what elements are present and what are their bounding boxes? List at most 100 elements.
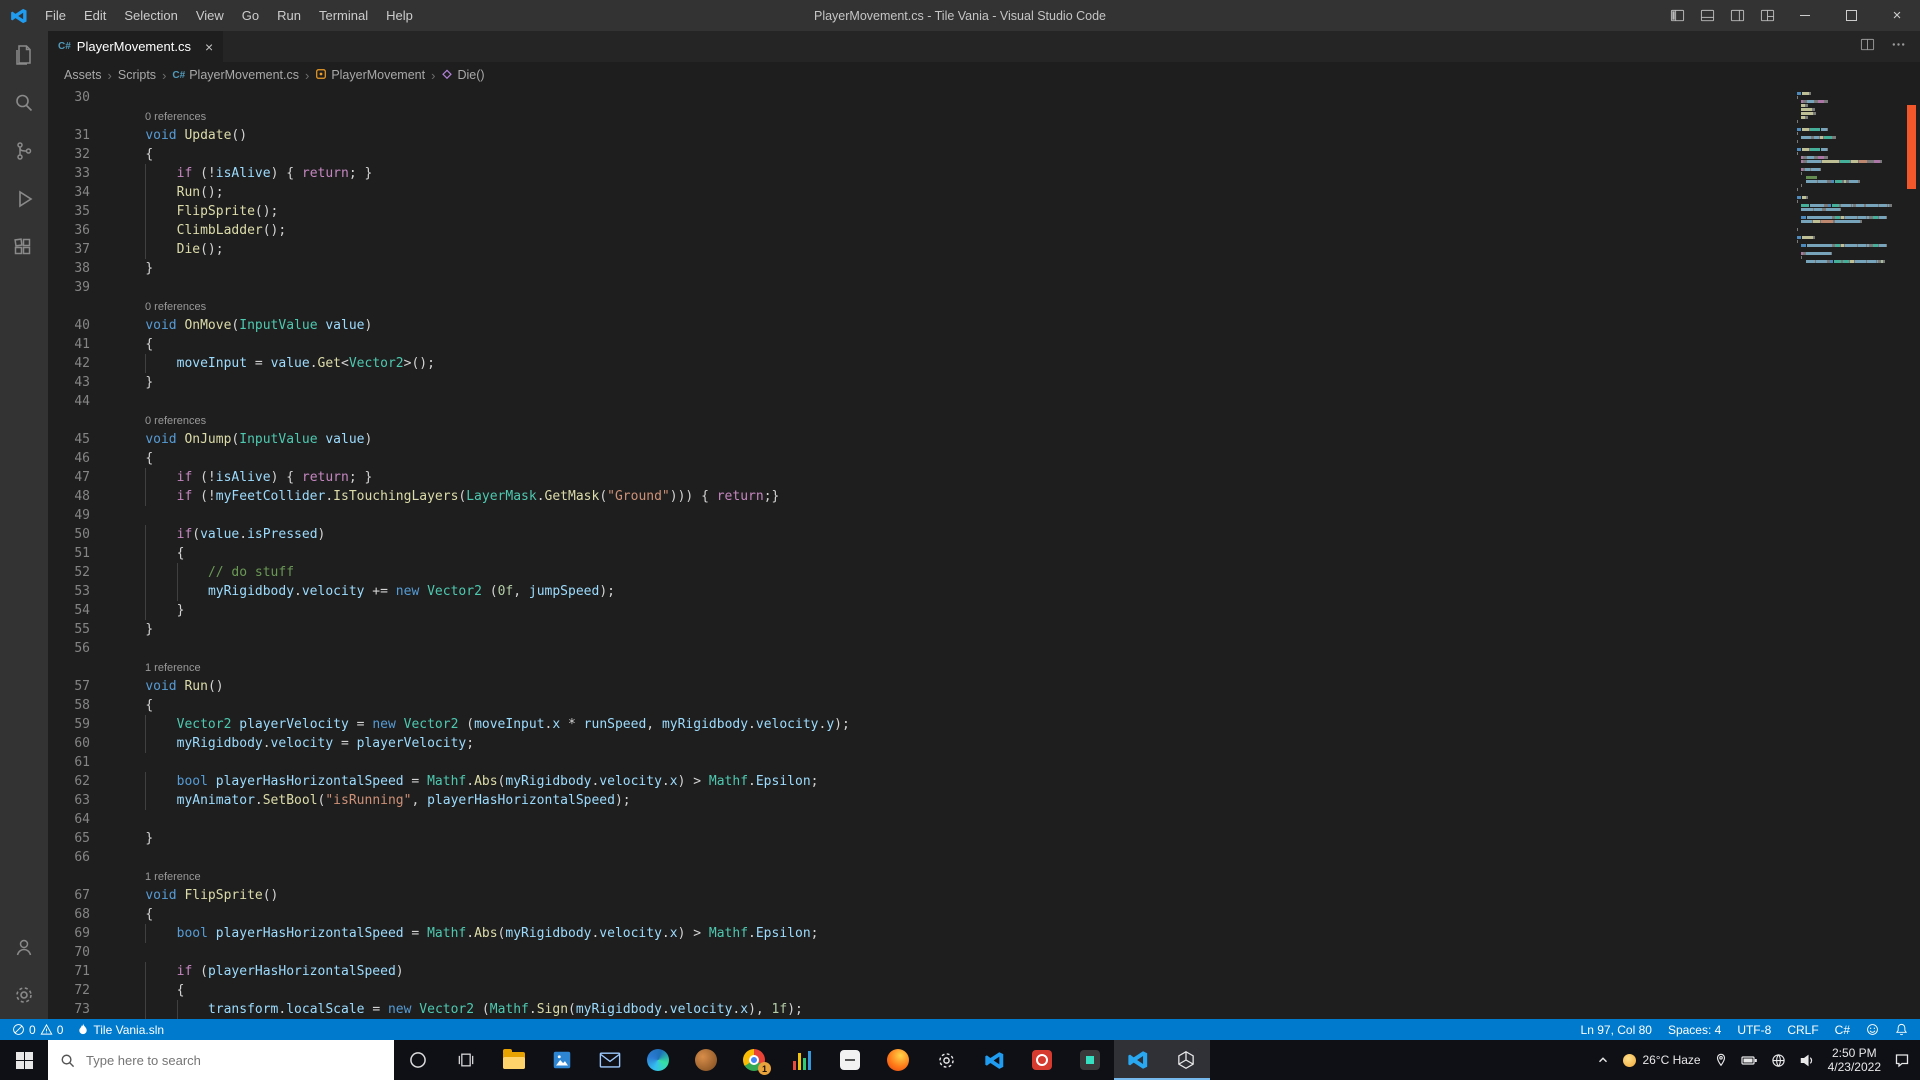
search-input[interactable] xyxy=(84,1051,382,1069)
location-pin-icon[interactable] xyxy=(1714,1053,1728,1067)
code-line[interactable]: 69 bool playerHasHorizontalSpeed = Mathf… xyxy=(48,924,1790,943)
codelens-references[interactable]: 0 references xyxy=(145,415,206,427)
code-line[interactable]: 49 xyxy=(48,506,1790,525)
weather-widget[interactable]: 26°C Haze xyxy=(1623,1053,1701,1067)
toggle-secondary-sidebar-icon[interactable] xyxy=(1722,0,1752,31)
language-mode[interactable]: C# xyxy=(1835,1023,1850,1037)
menu-selection[interactable]: Selection xyxy=(115,0,186,31)
code-line[interactable]: 66 xyxy=(48,848,1790,867)
tab-playermovement[interactable]: C# PlayerMovement.cs × xyxy=(48,31,225,62)
code-line[interactable]: 45 void OnJump(InputValue value) xyxy=(48,430,1790,449)
split-editor-icon[interactable] xyxy=(1860,37,1875,57)
code-line[interactable]: 40 void OnMove(InputValue value) xyxy=(48,316,1790,335)
menu-terminal[interactable]: Terminal xyxy=(310,0,377,31)
taskbar-app-white[interactable] xyxy=(826,1040,874,1080)
toggle-sidebar-icon[interactable] xyxy=(1662,0,1692,31)
code-line[interactable]: 62 bool playerHasHorizontalSpeed = Mathf… xyxy=(48,772,1790,791)
extensions-icon[interactable] xyxy=(0,223,48,271)
code-line[interactable]: 61 xyxy=(48,753,1790,772)
breadcrumb-assets[interactable]: Assets xyxy=(64,68,102,82)
breadcrumb-class[interactable]: PlayerMovement xyxy=(315,68,425,83)
code-line[interactable]: 32 { xyxy=(48,145,1790,164)
volume-icon[interactable] xyxy=(1799,1053,1815,1068)
breadcrumb-file[interactable]: C# PlayerMovement.cs xyxy=(172,68,299,82)
code-line[interactable]: 58 { xyxy=(48,696,1790,715)
code-line[interactable]: 52 // do stuff xyxy=(48,563,1790,582)
code-line[interactable]: 41 { xyxy=(48,335,1790,354)
feedback-smiley-icon[interactable] xyxy=(1866,1023,1879,1036)
search-icon[interactable] xyxy=(0,79,48,127)
code-line[interactable]: 73 transform.localScale = new Vector2 (M… xyxy=(48,1000,1790,1019)
menu-go[interactable]: Go xyxy=(233,0,268,31)
code-line[interactable]: 64 xyxy=(48,810,1790,829)
code-line[interactable]: 56 xyxy=(48,639,1790,658)
taskbar-app-vscode-active[interactable] xyxy=(1114,1040,1162,1080)
tray-expand-chevron-icon[interactable] xyxy=(1596,1053,1610,1067)
codelens-references[interactable]: 1 reference xyxy=(145,662,201,674)
code-line[interactable]: 39 xyxy=(48,278,1790,297)
start-button[interactable] xyxy=(0,1040,48,1080)
code-line[interactable]: 46 { xyxy=(48,449,1790,468)
notifications-bell-icon[interactable] xyxy=(1895,1023,1908,1036)
codelens-row[interactable]: 0 references xyxy=(48,411,1790,430)
code-line[interactable]: 35 FlipSprite(); xyxy=(48,202,1790,221)
taskbar-search[interactable] xyxy=(48,1040,394,1080)
codelens-references[interactable]: 1 reference xyxy=(145,871,201,883)
code-line[interactable]: 65 } xyxy=(48,829,1790,848)
code-line[interactable]: 42 moveInput = value.Get<Vector2>(); xyxy=(48,354,1790,373)
code-line[interactable]: 50 if(value.isPressed) xyxy=(48,525,1790,544)
codelens-row[interactable]: 1 reference xyxy=(48,867,1790,886)
code-line[interactable]: 51 { xyxy=(48,544,1790,563)
code-line[interactable]: 72 { xyxy=(48,981,1790,1000)
menu-run[interactable]: Run xyxy=(268,0,310,31)
breadcrumb-method[interactable]: Die() xyxy=(441,68,485,83)
explorer-icon[interactable] xyxy=(0,31,48,79)
code-line[interactable]: 31 void Update() xyxy=(48,126,1790,145)
code-line[interactable]: 60 myRigidbody.velocity = playerVelocity… xyxy=(48,734,1790,753)
code-line[interactable]: 57 void Run() xyxy=(48,677,1790,696)
code-line[interactable]: 71 if (playerHasHorizontalSpeed) xyxy=(48,962,1790,981)
code-line[interactable]: 48 if (!myFeetCollider.IsTouchingLayers(… xyxy=(48,487,1790,506)
more-actions-icon[interactable] xyxy=(1891,37,1906,57)
menu-help[interactable]: Help xyxy=(377,0,422,31)
taskbar-app-settings[interactable] xyxy=(922,1040,970,1080)
code-line[interactable]: 67 void FlipSprite() xyxy=(48,886,1790,905)
customize-layout-icon[interactable] xyxy=(1752,0,1782,31)
taskbar-app-audio-mixer[interactable] xyxy=(778,1040,826,1080)
taskbar-app-amber[interactable] xyxy=(682,1040,730,1080)
menu-file[interactable]: File xyxy=(36,0,75,31)
code-line[interactable]: 63 myAnimator.SetBool("isRunning", playe… xyxy=(48,791,1790,810)
code-editor[interactable]: 30 0 references 31 void Update() 32 {33 if … xyxy=(48,88,1920,1019)
battery-icon[interactable] xyxy=(1741,1053,1758,1067)
code-line[interactable]: 44 xyxy=(48,392,1790,411)
taskbar-app-unity-active[interactable] xyxy=(1162,1040,1210,1080)
overview-ruler[interactable] xyxy=(1902,88,1920,1019)
solution-indicator[interactable]: Tile Vania.sln xyxy=(77,1023,164,1037)
taskbar-app-firefox[interactable] xyxy=(874,1040,922,1080)
codelens-row[interactable]: 1 reference xyxy=(48,658,1790,677)
network-icon[interactable] xyxy=(1771,1053,1786,1068)
code-line[interactable]: 59 Vector2 playerVelocity = new Vector2 … xyxy=(48,715,1790,734)
toggle-panel-icon[interactable] xyxy=(1692,0,1722,31)
taskbar-app-dark[interactable] xyxy=(1066,1040,1114,1080)
taskbar-app-photos[interactable] xyxy=(538,1040,586,1080)
encoding-setting[interactable]: UTF-8 xyxy=(1737,1023,1771,1037)
code-line[interactable]: 54 } xyxy=(48,601,1790,620)
code-line[interactable]: 38 } xyxy=(48,259,1790,278)
code-line[interactable]: 36 ClimbLadder(); xyxy=(48,221,1790,240)
taskbar-app-red[interactable] xyxy=(1018,1040,1066,1080)
eol-setting[interactable]: CRLF xyxy=(1787,1023,1818,1037)
code-line[interactable]: 47 if (!isAlive) { return; } xyxy=(48,468,1790,487)
code-line[interactable]: 37 Die(); xyxy=(48,240,1790,259)
code-line[interactable]: 70 xyxy=(48,943,1790,962)
cursor-position[interactable]: Ln 97, Col 80 xyxy=(1581,1023,1652,1037)
taskbar-app-chrome[interactable]: 1 xyxy=(730,1040,778,1080)
source-control-icon[interactable] xyxy=(0,127,48,175)
codelens-row[interactable]: 0 references xyxy=(48,107,1790,126)
codelens-references[interactable]: 0 references xyxy=(145,301,206,313)
code-line[interactable]: 43 } xyxy=(48,373,1790,392)
code-line[interactable]: 33 if (!isAlive) { return; } xyxy=(48,164,1790,183)
indentation-setting[interactable]: Spaces: 4 xyxy=(1668,1023,1721,1037)
taskbar-app-mail[interactable] xyxy=(586,1040,634,1080)
taskbar-app-edge[interactable] xyxy=(634,1040,682,1080)
